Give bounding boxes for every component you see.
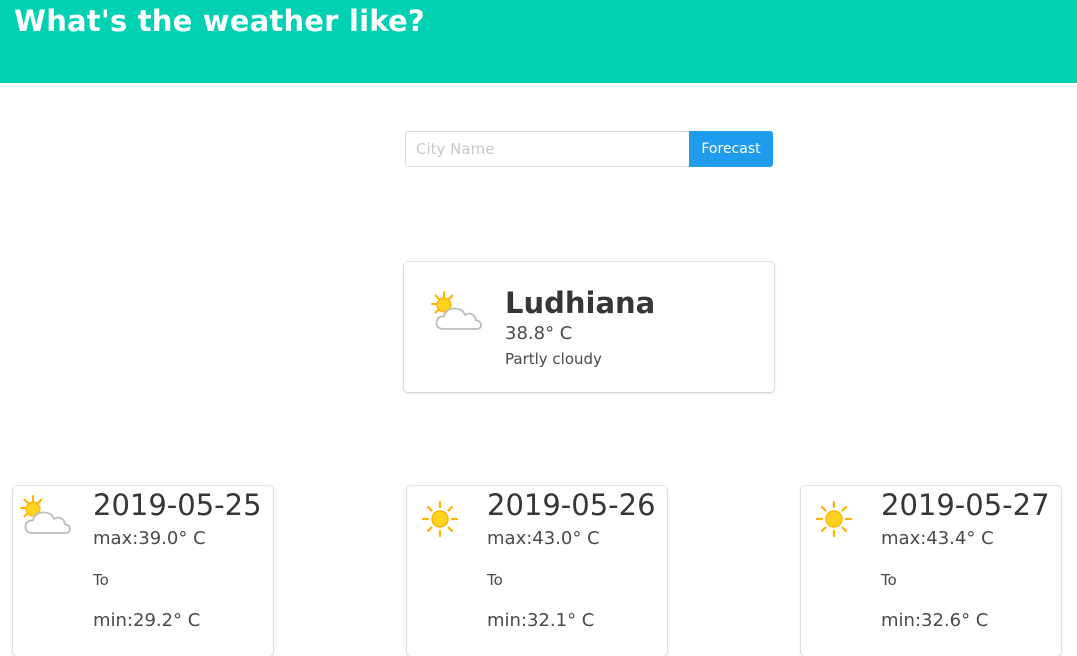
- search-form: Forecast: [405, 131, 773, 167]
- forecast-card: 2019-05-25 max:39.0° C To min:29.2° C: [13, 486, 273, 656]
- forecast-date: 2019-05-25: [93, 488, 262, 522]
- forecast-min-temp: min:32.1° C: [487, 610, 595, 631]
- forecast-card: 2019-05-26 max:43.0° C To min:32.1° C: [407, 486, 667, 656]
- city-name: Ludhiana: [505, 286, 656, 320]
- header: What's the weather like?: [0, 0, 1077, 83]
- current-weather-card: Ludhiana 38.8° C Partly cloudy: [404, 262, 774, 392]
- forecast-to-label: To: [881, 571, 897, 589]
- forecast-max-temp: max:43.0° C: [487, 528, 600, 549]
- sun-icon: [815, 500, 853, 538]
- forecast-to-label: To: [487, 571, 503, 589]
- weather-description: Partly cloudy: [505, 350, 602, 368]
- page-title: What's the weather like?: [14, 4, 425, 38]
- forecast-max-temp: max:43.4° C: [881, 528, 994, 549]
- forecast-date: 2019-05-26: [487, 488, 656, 522]
- forecast-date: 2019-05-27: [881, 488, 1050, 522]
- forecast-button[interactable]: Forecast: [689, 131, 773, 167]
- partly-cloudy-icon: [20, 495, 71, 534]
- forecast-min-temp: min:29.2° C: [93, 610, 201, 631]
- forecast-min-temp: min:32.6° C: [881, 610, 989, 631]
- partly-cloudy-icon: [431, 291, 482, 330]
- forecast-max-temp: max:39.0° C: [93, 528, 206, 549]
- forecast-card: 2019-05-27 max:43.4° C To min:32.6° C: [801, 486, 1061, 656]
- forecast-to-label: To: [93, 571, 109, 589]
- current-temperature: 38.8° C: [505, 323, 573, 344]
- sun-icon: [421, 500, 459, 538]
- city-name-input[interactable]: [405, 131, 689, 167]
